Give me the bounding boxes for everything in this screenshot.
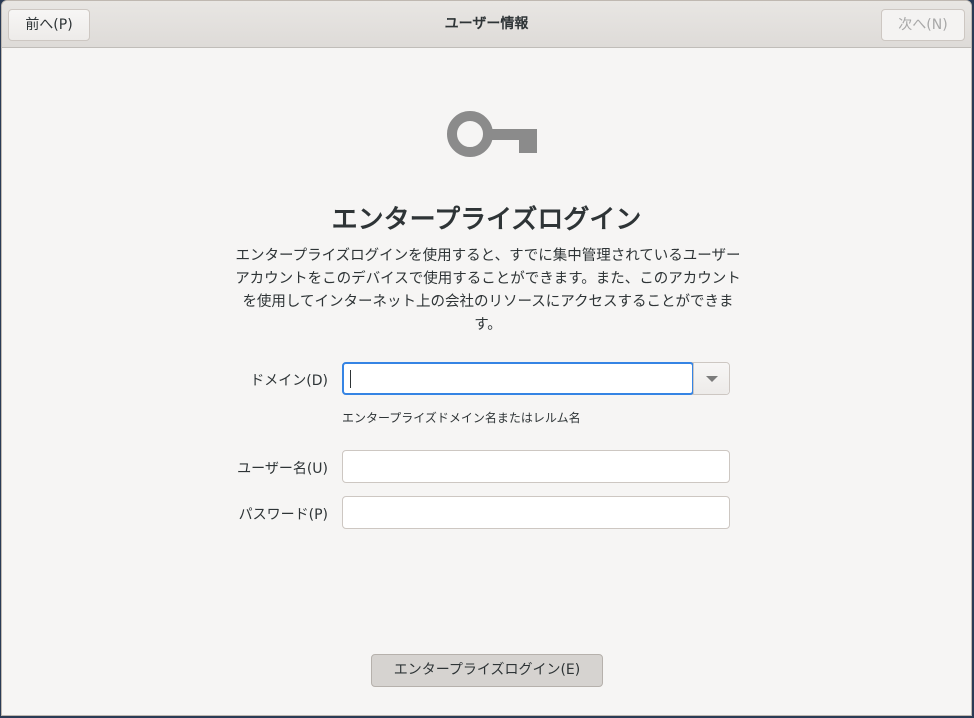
username-input[interactable] bbox=[342, 450, 730, 483]
domain-label: ドメイン(D) bbox=[250, 373, 328, 389]
window-title: ユーザー情報 bbox=[444, 16, 529, 32]
text-cursor bbox=[350, 370, 351, 388]
domain-dropdown-button[interactable] bbox=[693, 363, 729, 394]
page-heading: エンタープライズログイン bbox=[331, 205, 642, 235]
domain-input[interactable] bbox=[342, 362, 694, 395]
setup-window: 前へ(P) ユーザー情報 次へ(N) エンタープライズログイン エンタープライズ… bbox=[1, 0, 972, 716]
key-icon bbox=[447, 111, 537, 157]
password-label: パスワード(P) bbox=[238, 507, 328, 523]
username-label: ユーザー名(U) bbox=[237, 461, 328, 477]
password-input[interactable] bbox=[342, 496, 730, 529]
header-bar: 前へ(P) ユーザー情報 次へ(N) bbox=[2, 1, 971, 48]
description-text: エンタープライズログインを使用すると、すでに集中管理されているユーザーアカウント… bbox=[235, 248, 741, 333]
enterprise-login-button[interactable]: エンタープライズログイン(E) bbox=[371, 654, 603, 687]
chevron-down-icon bbox=[706, 376, 718, 382]
next-button[interactable]: 次へ(N) bbox=[881, 9, 965, 41]
domain-hint: エンタープライズドメイン名またはレルム名 bbox=[342, 411, 581, 425]
domain-combo[interactable] bbox=[342, 362, 730, 395]
